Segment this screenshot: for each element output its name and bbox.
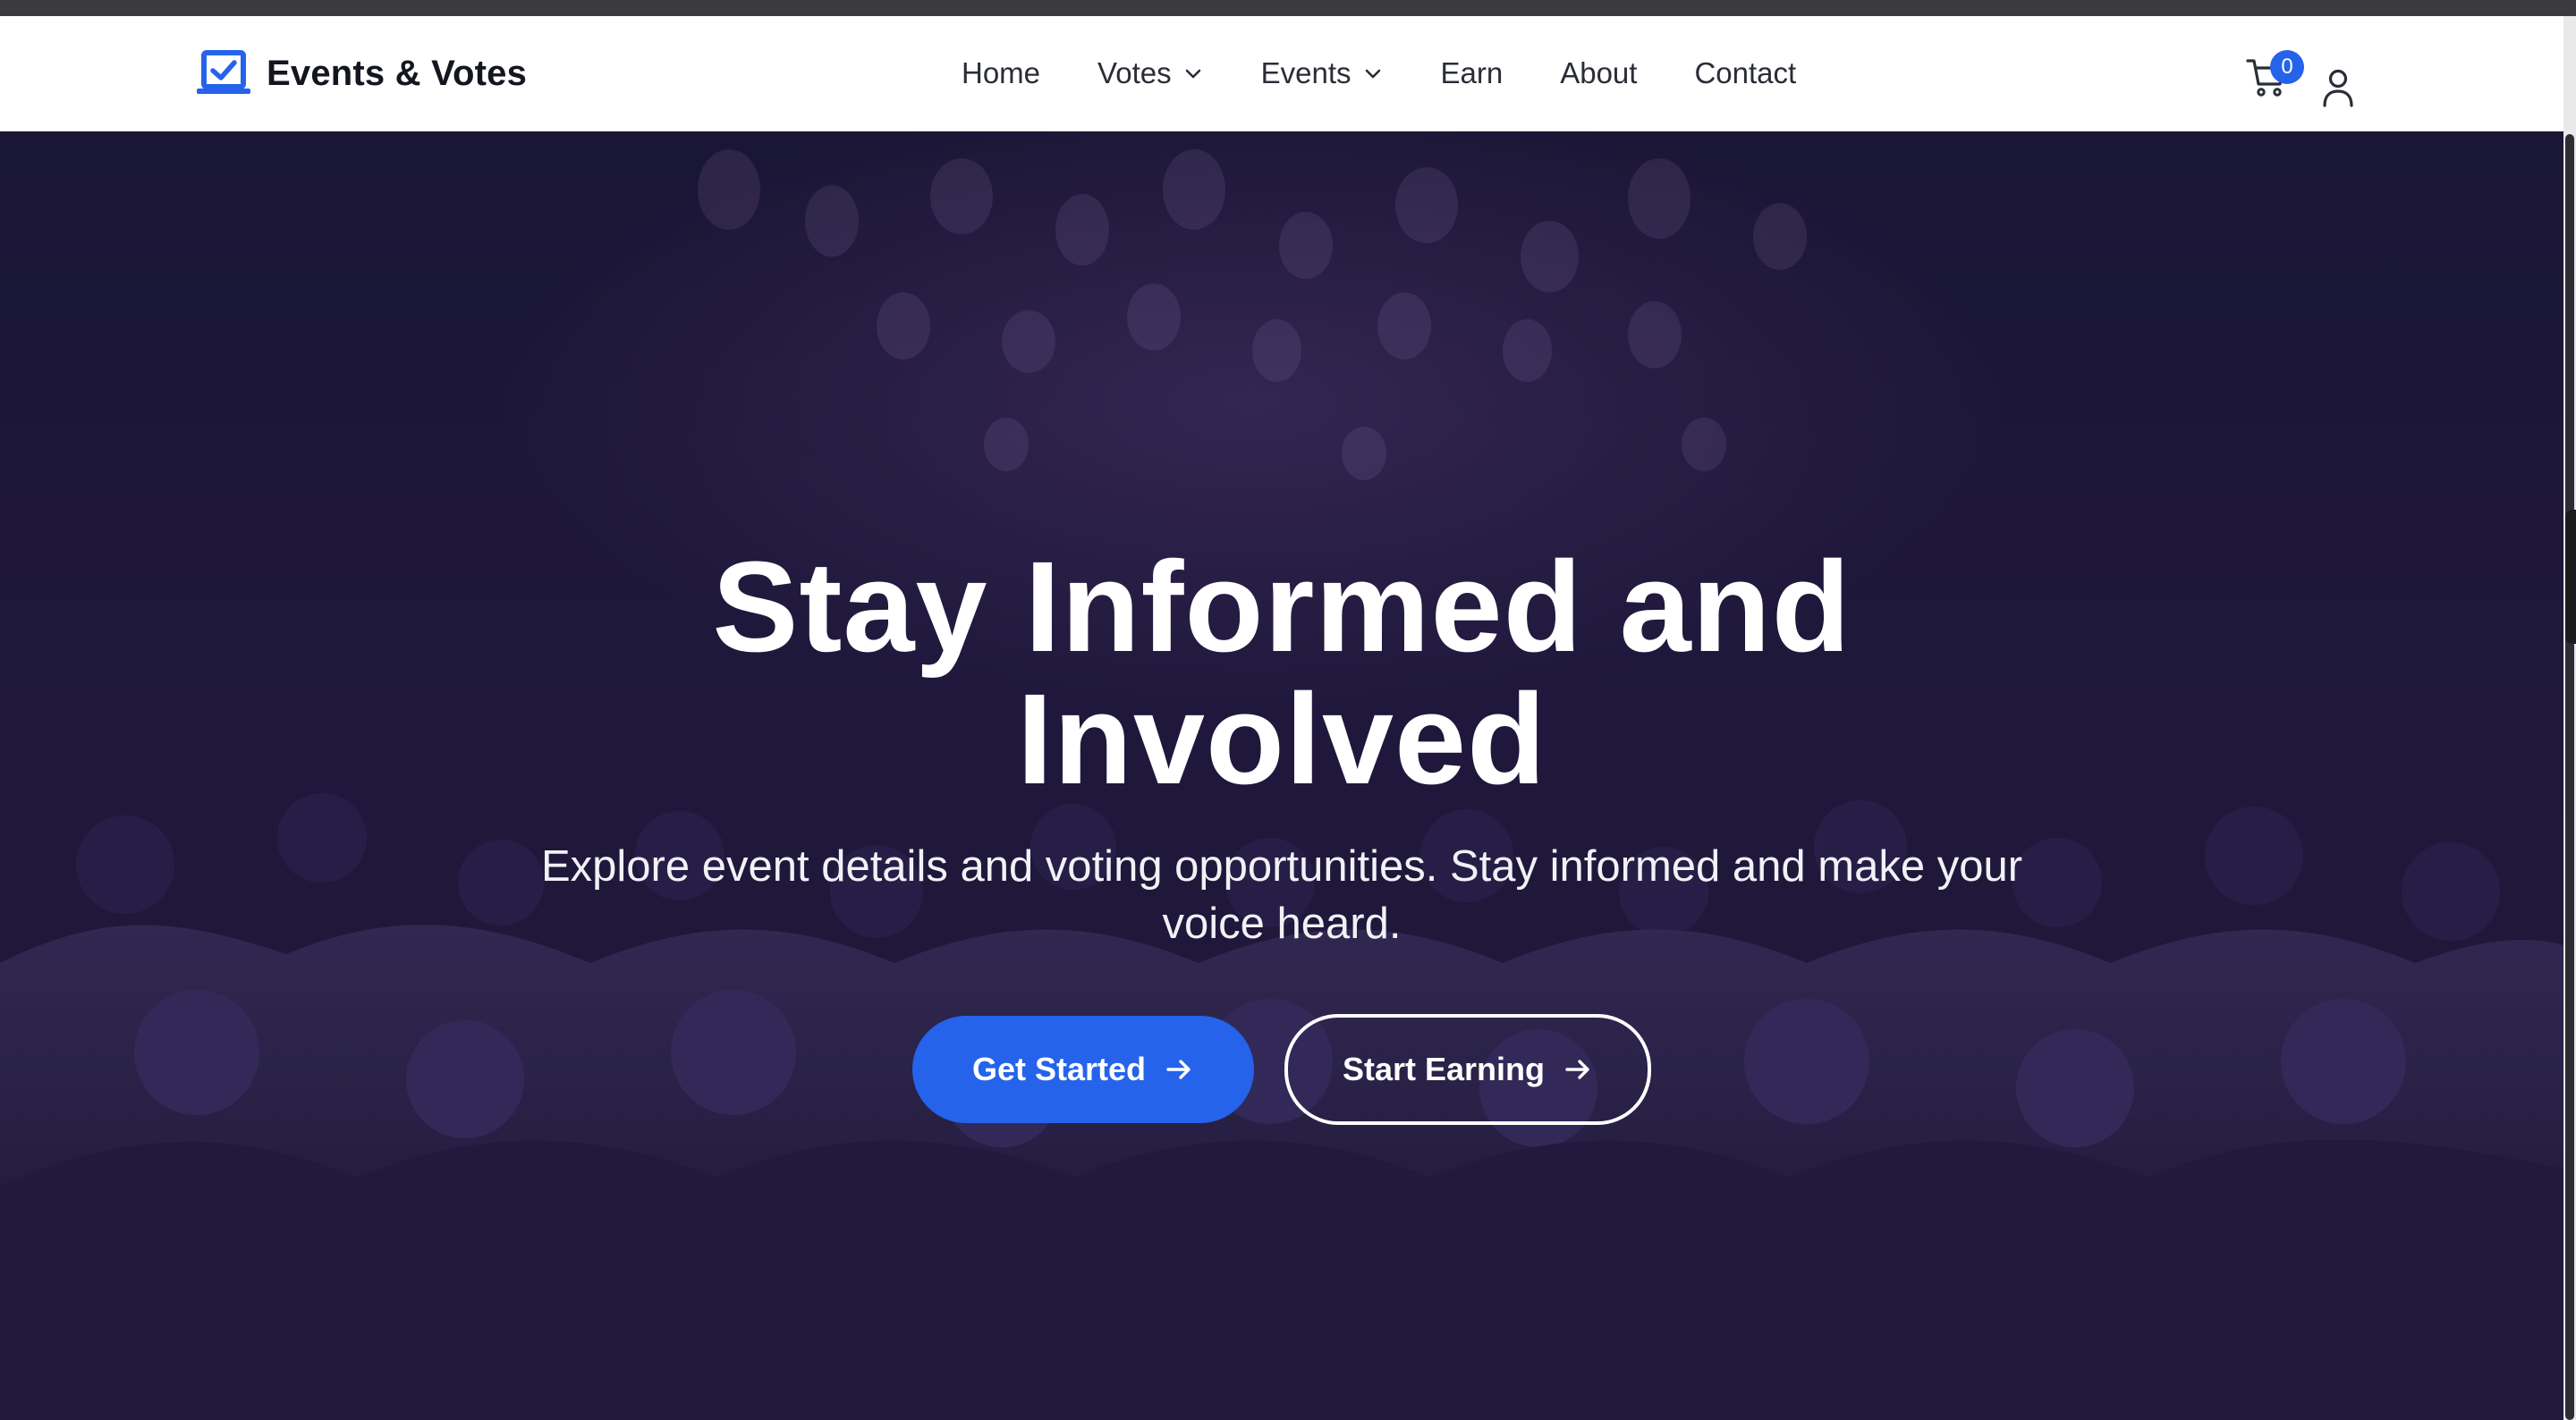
nav-item-events[interactable]: Events [1261, 56, 1384, 90]
cart-count-badge: 0 [2270, 50, 2304, 84]
arrow-right-icon [1565, 1060, 1589, 1079]
hero-section: Stay Informed and Involved Explore event… [0, 131, 2563, 1420]
side-drawer-tab[interactable] [2565, 510, 2576, 644]
button-label: Start Earning [1342, 1051, 1546, 1087]
get-started-button[interactable]: Get Started [912, 1016, 1254, 1123]
start-earning-button[interactable]: Start Earning [1284, 1014, 1651, 1125]
nav-label: Votes [1097, 56, 1172, 89]
nav-item-home[interactable]: Home [962, 56, 1040, 90]
headline-line-1: Stay Informed and [712, 535, 1852, 679]
button-label: Get Started [971, 1051, 1147, 1087]
browser-top-strip [0, 0, 2576, 16]
nav-label: Contact [1694, 56, 1797, 89]
main-nav: Home Votes Events Earn About Contact [962, 48, 1796, 98]
nav-item-about[interactable]: About [1560, 56, 1637, 90]
cart-button[interactable]: 0 [2245, 50, 2304, 102]
user-icon [2323, 69, 2353, 107]
hero-headline: Stay Informed and Involved [0, 541, 2563, 806]
nav-label: Events [1260, 56, 1352, 89]
nav-label: Home [962, 56, 1041, 89]
chevron-down-icon [1185, 69, 1200, 79]
nav-label: Earn [1440, 56, 1504, 89]
hero-content: Stay Informed and Involved Explore event… [0, 131, 2563, 1420]
ballot-check-icon [197, 50, 250, 94]
brand-name: Events & Votes [267, 53, 528, 93]
nav-item-contact[interactable]: Contact [1694, 56, 1796, 90]
chevron-down-icon [1365, 69, 1380, 79]
brand-logo[interactable]: Events & Votes [197, 48, 527, 98]
site-header: Events & Votes Home Votes Events Earn Ab… [0, 16, 2563, 131]
nav-item-earn[interactable]: Earn [1441, 56, 1504, 90]
hero-buttons: Get Started Start Earning [0, 1014, 2563, 1125]
hero-subtitle: Explore event details and voting opportu… [540, 842, 2023, 948]
user-account-button[interactable] [2320, 68, 2356, 107]
nav-item-votes[interactable]: Votes [1097, 56, 1204, 90]
page-scrollbar-thumb[interactable] [2565, 134, 2574, 1420]
nav-label: About [1560, 56, 1638, 89]
arrow-right-icon [1166, 1060, 1191, 1079]
headline-line-2: Involved [1016, 667, 1547, 811]
